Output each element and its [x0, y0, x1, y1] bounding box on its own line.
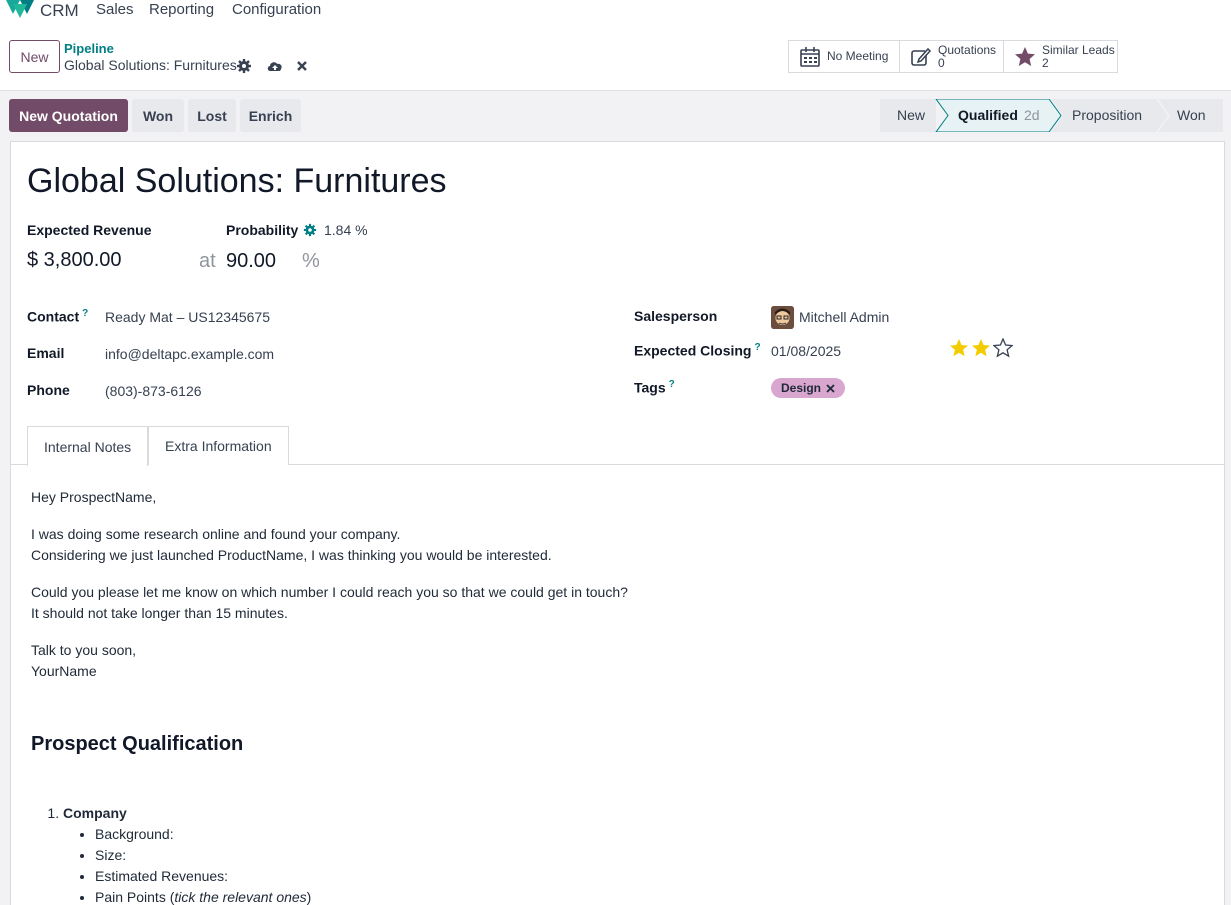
qualification-list: Company Background: Size: Estimated Reve…: [63, 803, 1211, 905]
tab-internal-notes[interactable]: Internal Notes: [27, 426, 149, 466]
smart-button-similar-leads[interactable]: Similar Leads 2: [1003, 40, 1118, 73]
email-label: Email: [27, 345, 65, 361]
stage-qualified[interactable]: Qualified: [958, 107, 1018, 123]
breadcrumb-current: Global Solutions: Furnitures: [64, 57, 237, 73]
expected-closing-label: Expected Closing?: [634, 342, 761, 359]
probability-input[interactable]: 90.00: [226, 250, 276, 273]
new-button[interactable]: New: [9, 40, 60, 73]
stage-proposition[interactable]: Proposition: [1072, 107, 1142, 123]
close-icon[interactable]: [294, 58, 310, 74]
tab-extra-information[interactable]: Extra Information: [148, 426, 289, 465]
list-item: Background:: [95, 824, 1211, 845]
enrich-button[interactable]: Enrich: [240, 99, 301, 132]
tag-design[interactable]: Design: [771, 378, 846, 398]
edit-icon: [911, 47, 932, 66]
percent-sign: %: [302, 250, 320, 272]
star-empty-icon[interactable]: [993, 338, 1013, 358]
lost-button[interactable]: Lost: [188, 99, 236, 132]
note-paragraph: I was doing some research online and fou…: [31, 526, 552, 563]
probability-label: Probability: [226, 222, 299, 238]
avatar: [771, 306, 794, 329]
expected-revenue-input[interactable]: $ 3,800.00: [27, 249, 122, 272]
lead-title[interactable]: Global Solutions: Furnitures: [27, 162, 447, 201]
tag-label: Design: [781, 381, 822, 395]
list-item: Company Background: Size: Estimated Reve…: [63, 803, 1211, 905]
star-filled-icon[interactable]: [949, 338, 969, 358]
star-filled-icon[interactable]: [971, 338, 991, 358]
note-heading: Prospect Qualification: [31, 733, 244, 755]
stage-duration: 2d: [1024, 107, 1040, 123]
stage-bar-background: [880, 99, 1223, 132]
internal-notes-editor[interactable]: Hey ProspectName, I was doing some resea…: [31, 487, 1211, 905]
star-icon: [1015, 46, 1035, 66]
stage-new[interactable]: New: [897, 107, 925, 123]
phone-label: Phone: [27, 382, 70, 398]
list-item: Pain Points (tick the relevant ones): [95, 887, 1211, 905]
breadcrumb-pipeline[interactable]: Pipeline: [64, 41, 114, 56]
list-item: Estimated Revenues:: [95, 866, 1211, 887]
smart-button-label: Quotations: [938, 42, 997, 57]
salesperson-label: Salesperson: [634, 308, 718, 324]
at-label: at: [199, 250, 216, 272]
tag-remove-icon[interactable]: [826, 383, 835, 393]
email-field[interactable]: info@deltapc.example.com: [105, 346, 274, 362]
expected-revenue-label: Expected Revenue: [27, 222, 152, 238]
menu-sales[interactable]: Sales: [96, 1, 134, 18]
gear-icon[interactable]: [236, 58, 252, 74]
section-title: Company: [63, 805, 127, 821]
contact-field[interactable]: Ready Mat – US12345675: [105, 309, 270, 325]
cloud-upload-icon[interactable]: [266, 58, 284, 74]
form-sheet: Global Solutions: Furnitures Expected Re…: [10, 141, 1225, 905]
help-icon[interactable]: ?: [754, 342, 760, 353]
menu-reporting[interactable]: Reporting: [149, 1, 214, 18]
auto-probability: 1.84 %: [324, 222, 368, 238]
avatar-image: [771, 306, 794, 329]
top-navbar: CRM Sales Reporting Configuration: [0, 0, 1231, 22]
status-row: New Quotation Won Lost Enrich New Qualif…: [0, 91, 1231, 141]
expected-closing-field[interactable]: 01/08/2025: [771, 343, 841, 359]
new-quotation-button[interactable]: New Quotation: [9, 99, 128, 132]
smart-button-label: No Meeting: [827, 49, 889, 63]
note-greeting: Hey ProspectName,: [31, 489, 157, 505]
won-button[interactable]: Won: [132, 99, 184, 132]
control-panel: New Pipeline Global Solutions: Furniture…: [0, 22, 1231, 91]
smart-button-quotations[interactable]: Quotations 0: [899, 40, 1004, 73]
note-closing: Talk to you soon, YourName: [31, 642, 137, 679]
app-name[interactable]: CRM: [40, 1, 79, 21]
smart-button-meeting[interactable]: No Meeting: [788, 40, 900, 73]
calendar-icon: [800, 46, 820, 67]
help-icon[interactable]: ?: [82, 308, 88, 319]
priority-stars: [949, 338, 1013, 358]
notebook-tabs: Internal Notes Extra Information: [11, 426, 1224, 466]
contact-label: Contact?: [27, 308, 89, 325]
phone-field[interactable]: (803)-873-6126: [105, 383, 202, 399]
smart-button-count: 0: [938, 55, 945, 70]
smart-button-count: 2: [1042, 55, 1049, 70]
salesperson-field[interactable]: Mitchell Admin: [799, 309, 889, 325]
gear-icon[interactable]: [303, 223, 317, 237]
smart-button-label: Similar Leads: [1042, 42, 1115, 57]
stage-won[interactable]: Won: [1177, 107, 1206, 123]
note-paragraph: Could you please let me know on which nu…: [31, 584, 628, 621]
list-item: Size:: [95, 845, 1211, 866]
crm-logo-icon[interactable]: [6, 0, 34, 18]
menu-configuration[interactable]: Configuration: [232, 1, 321, 18]
help-icon[interactable]: ?: [669, 379, 675, 390]
stage-bar: New Qualified 2d Proposition Won: [880, 99, 1223, 132]
tags-label: Tags?: [634, 379, 675, 396]
